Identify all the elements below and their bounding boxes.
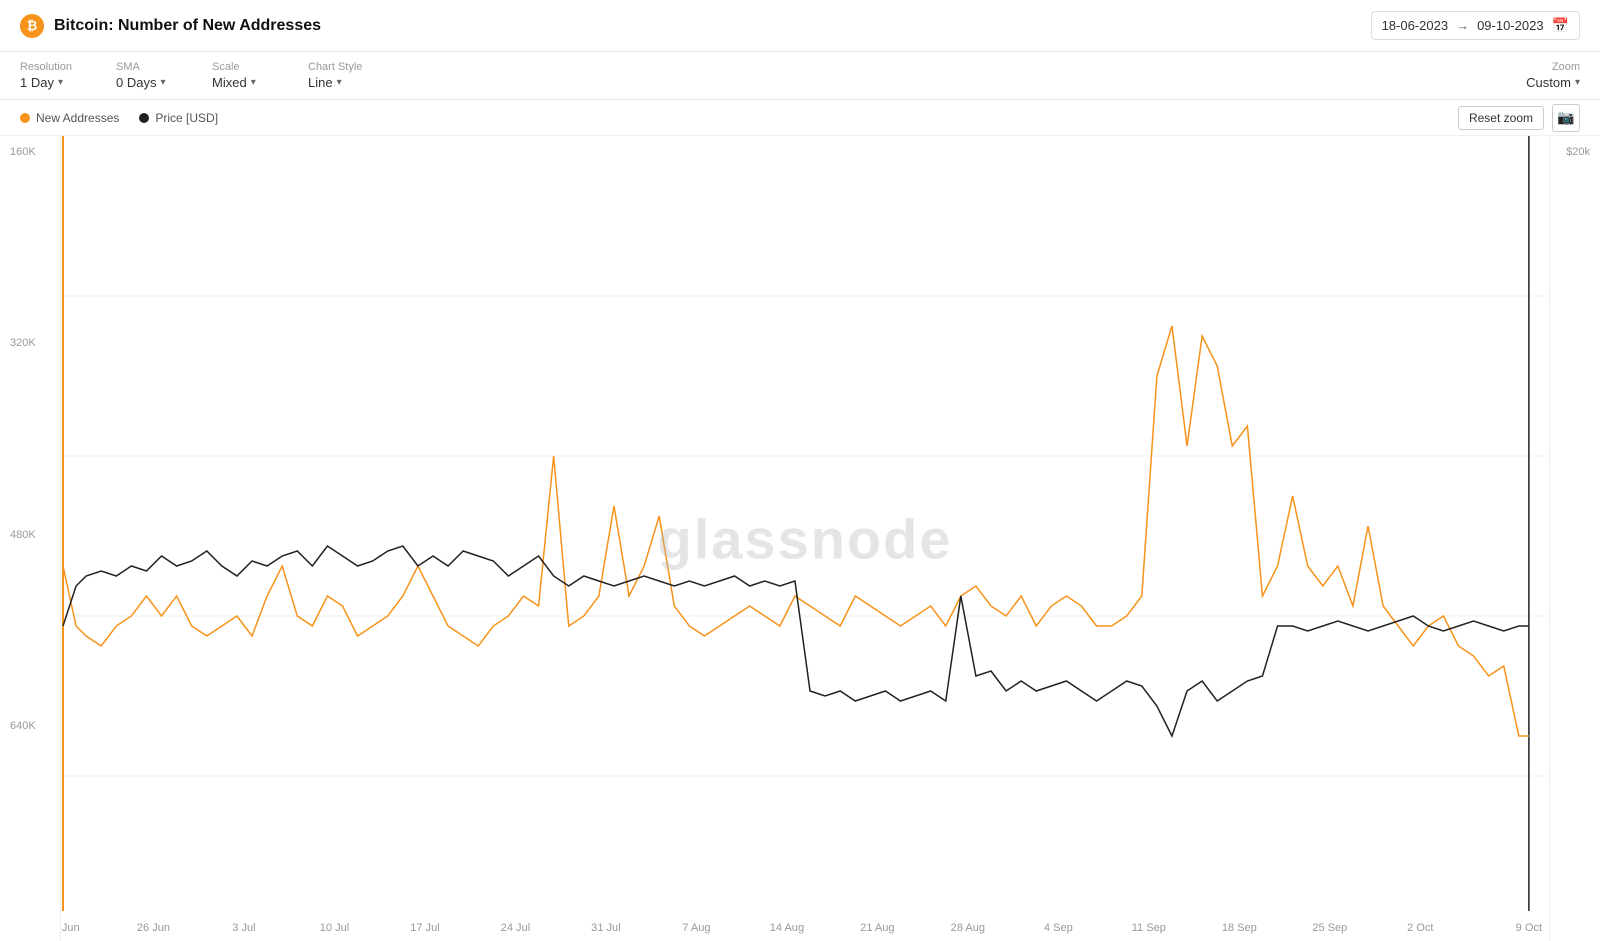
svg-text:14 Aug: 14 Aug <box>770 922 804 934</box>
resolution-value[interactable]: 1 Day ▾ <box>20 75 84 90</box>
y-label-4: 640K <box>10 720 52 732</box>
svg-text:17 Jul: 17 Jul <box>410 922 439 934</box>
legend-dot-orange <box>20 113 30 123</box>
zoom-value[interactable]: Custom ▾ <box>1526 75 1580 90</box>
svg-text:3 Jul: 3 Jul <box>232 922 255 934</box>
svg-text:28 Aug: 28 Aug <box>951 922 985 934</box>
zoom-dropdown-arrow: ▾ <box>1575 77 1580 88</box>
bitcoin-icon: ₿ <box>20 14 44 38</box>
svg-text:31 Jul: 31 Jul <box>591 922 620 934</box>
scale-dropdown-arrow: ▾ <box>251 77 256 88</box>
sma-label: SMA <box>116 61 180 73</box>
y-right-label-1: $20k <box>1555 146 1590 158</box>
svg-text:11 Sep: 11 Sep <box>1132 922 1166 934</box>
chart-canvas: glassnode 19 Jun 26 Jun 3 Jul 10 Jul 17 … <box>60 136 1550 941</box>
svg-text:10 Jul: 10 Jul <box>320 922 349 934</box>
svg-text:25 Sep: 25 Sep <box>1312 922 1347 934</box>
scale-value[interactable]: Mixed ▾ <box>212 75 276 90</box>
scale-label: Scale <box>212 61 276 73</box>
svg-text:21 Aug: 21 Aug <box>860 922 894 934</box>
y-axis-left: 640K 480K 320K 160K <box>0 136 60 941</box>
resolution-dropdown-arrow: ▾ <box>58 77 63 88</box>
sma-selector[interactable]: SMA 0 Days ▾ <box>116 61 196 90</box>
chart-style-label: Chart Style <box>308 61 372 73</box>
legend-items: New Addresses Price [USD] <box>20 111 218 125</box>
date-from: 18-06-2023 <box>1382 18 1449 33</box>
legend-price-label: Price [USD] <box>155 111 218 125</box>
legend-actions: Reset zoom 📷 <box>1458 104 1580 132</box>
legend-price: Price [USD] <box>139 111 218 125</box>
zoom-selector[interactable]: Zoom Custom ▾ <box>1526 61 1580 90</box>
chart-style-dropdown-arrow: ▾ <box>337 77 342 88</box>
screenshot-button[interactable]: 📷 <box>1552 104 1580 132</box>
sma-value[interactable]: 0 Days ▾ <box>116 75 180 90</box>
header-left: ₿ Bitcoin: Number of New Addresses <box>20 14 321 38</box>
y-axis-right: $20k <box>1550 136 1600 941</box>
chart-area: 640K 480K 320K 160K glassnode 19 Jun 26 … <box>0 136 1600 941</box>
chart-svg: 19 Jun 26 Jun 3 Jul 10 Jul 17 Jul 24 Jul… <box>61 136 1549 941</box>
svg-text:2 Oct: 2 Oct <box>1407 922 1433 934</box>
scale-selector[interactable]: Scale Mixed ▾ <box>212 61 292 90</box>
chart-style-value[interactable]: Line ▾ <box>308 75 372 90</box>
zoom-label: Zoom <box>1552 61 1580 73</box>
svg-text:7 Aug: 7 Aug <box>682 922 710 934</box>
y-label-3: 480K <box>10 529 52 541</box>
resolution-label: Resolution <box>20 61 84 73</box>
date-range-picker[interactable]: 18-06-2023 → 09-10-2023 📅 <box>1371 11 1580 40</box>
date-arrow: → <box>1456 18 1469 33</box>
reset-zoom-button[interactable]: Reset zoom <box>1458 106 1544 130</box>
toolbar: Resolution 1 Day ▾ SMA 0 Days ▾ Scale Mi… <box>0 52 1600 100</box>
svg-text:24 Jul: 24 Jul <box>501 922 530 934</box>
date-to: 09-10-2023 <box>1477 18 1544 33</box>
resolution-selector[interactable]: Resolution 1 Day ▾ <box>20 61 100 90</box>
svg-text:18 Sep: 18 Sep <box>1222 922 1257 934</box>
svg-text:26 Jun: 26 Jun <box>137 922 170 934</box>
legend-new-addresses-label: New Addresses <box>36 111 119 125</box>
legend-dot-black <box>139 113 149 123</box>
calendar-icon[interactable]: 📅 <box>1552 17 1569 34</box>
page-title: Bitcoin: Number of New Addresses <box>54 17 321 35</box>
sma-dropdown-arrow: ▾ <box>160 77 165 88</box>
legend-bar: New Addresses Price [USD] Reset zoom 📷 <box>0 100 1600 136</box>
svg-text:9 Oct: 9 Oct <box>1516 922 1542 934</box>
y-label-2: 320K <box>10 337 52 349</box>
page-header: ₿ Bitcoin: Number of New Addresses 18-06… <box>0 0 1600 52</box>
svg-text:4 Sep: 4 Sep <box>1044 922 1073 934</box>
svg-text:19 Jun: 19 Jun <box>61 922 80 934</box>
y-label-1: 160K <box>10 146 52 158</box>
chart-style-selector[interactable]: Chart Style Line ▾ <box>308 61 388 90</box>
legend-new-addresses: New Addresses <box>20 111 119 125</box>
